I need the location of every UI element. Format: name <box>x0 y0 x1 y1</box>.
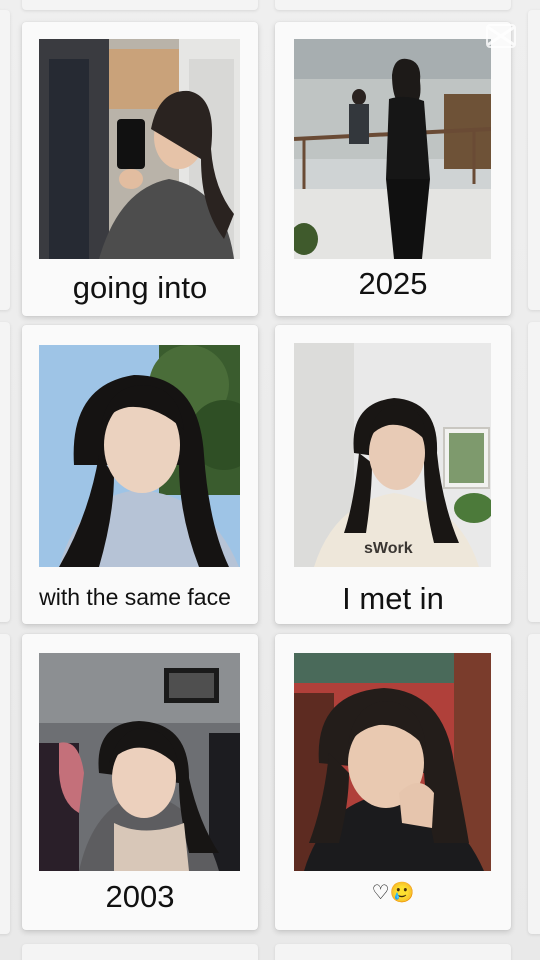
edge-polaroid-left-1 <box>0 10 10 310</box>
polaroid-caption-4: I met in <box>342 581 444 616</box>
edge-polaroid-left-3 <box>0 634 10 934</box>
polaroid-caption-3: with the same face <box>39 584 231 610</box>
polaroid-photo-mirror-selfie <box>39 39 240 259</box>
edge-polaroid-bottom-right <box>275 944 511 960</box>
edge-polaroid-top-right <box>275 0 511 10</box>
edge-polaroid-left-2 <box>0 322 10 622</box>
polaroid-photo-outdoor-selfie <box>39 345 240 567</box>
polaroid-card-4: sWork I met in <box>275 325 511 624</box>
edge-polaroid-top-left <box>22 0 258 10</box>
polaroid-card-1: going into <box>22 22 258 316</box>
polaroid-card-6: ♡🥲 <box>275 634 511 930</box>
capcut-logo-icon <box>484 22 518 50</box>
polaroid-collage: going into 2025 with the same face sWork… <box>0 0 540 960</box>
polaroid-card-2: 2025 <box>275 22 511 316</box>
polaroid-card-5: 2003 <box>22 634 258 930</box>
polaroid-photo-bus-selfie <box>39 653 240 871</box>
polaroid-card-3: with the same face <box>22 325 258 624</box>
polaroid-photo-red-room-selfie <box>294 653 491 871</box>
edge-polaroid-right-1 <box>528 10 540 310</box>
edge-polaroid-right-3 <box>528 634 540 934</box>
svg-text:sWork: sWork <box>364 540 413 557</box>
polaroid-caption-6: ♡🥲 <box>371 882 415 904</box>
polaroid-caption-1: going into <box>72 270 208 305</box>
polaroid-caption-2: 2025 <box>358 266 428 301</box>
polaroid-caption-5: 2003 <box>105 879 175 914</box>
edge-polaroid-right-2 <box>528 322 540 622</box>
edge-polaroid-bottom-left <box>22 944 258 960</box>
polaroid-photo-indoor-selfie: sWork <box>294 343 491 567</box>
polaroid-photo-atrium <box>294 39 491 259</box>
